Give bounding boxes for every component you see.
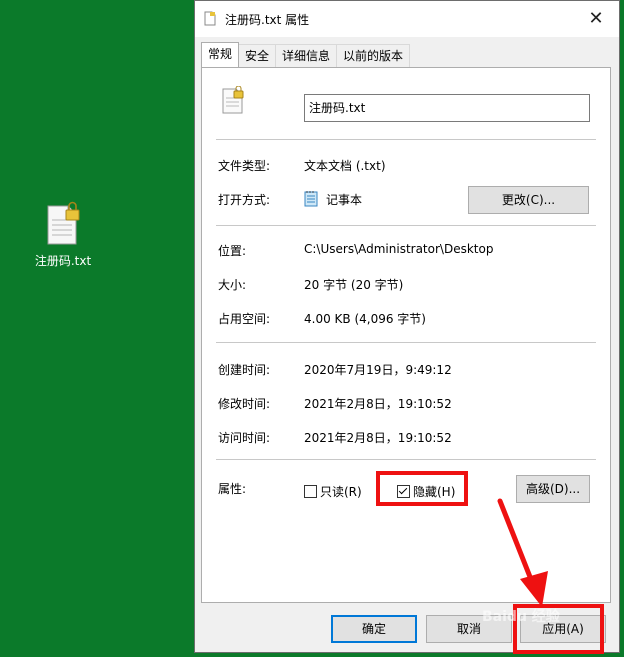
location-value: C:\Users\Administrator\Desktop [304, 242, 494, 256]
open-with-app: 记事本 [326, 193, 363, 207]
location-label: 位置: [218, 244, 247, 258]
size-label: 大小: [218, 278, 247, 292]
filename-input[interactable]: 注册码.txt [304, 94, 590, 122]
readonly-label: 只读(R) [320, 485, 362, 499]
file-type-value: 文本文档 (.txt) [304, 159, 386, 173]
text-file-icon [204, 11, 216, 26]
separator [216, 459, 596, 460]
modified-label: 修改时间: [218, 397, 271, 411]
file-type-label: 文件类型: [218, 159, 271, 173]
attributes-label: 属性: [218, 482, 247, 496]
tab-details[interactable]: 详细信息 [275, 44, 338, 67]
size-on-disk-value: 4.00 KB (4,096 字节) [304, 312, 426, 326]
size-on-disk-label: 占用空间: [218, 312, 271, 326]
dialog-title: 注册码.txt 属性 [225, 13, 310, 27]
locked-text-file-icon [46, 200, 80, 246]
desktop-file-label: 注册码.txt [34, 254, 92, 268]
modified-value: 2021年2月8日，19:10:52 [304, 397, 452, 411]
tab-security[interactable]: 安全 [238, 44, 277, 67]
baidu-watermark: Baidu 经验 [482, 609, 560, 625]
accessed-label: 访问时间: [218, 431, 271, 445]
close-button[interactable]: ✕ [573, 1, 619, 37]
readonly-checkbox[interactable]: 只读(R) [304, 483, 362, 500]
tab-bar: 常规 安全 详细信息 以前的版本 [201, 42, 411, 68]
tab-general[interactable]: 常规 [201, 42, 240, 67]
separator [216, 139, 596, 140]
separator [216, 342, 596, 343]
desktop-file-icon[interactable]: 注册码.txt [28, 200, 98, 269]
separator [216, 225, 596, 226]
title-bar[interactable]: 注册码.txt 属性 ✕ [195, 1, 619, 37]
accessed-value: 2021年2月8日，19:10:52 [304, 431, 452, 445]
tab-previous-versions[interactable]: 以前的版本 [336, 44, 411, 67]
ok-button[interactable]: 确定 [331, 615, 417, 643]
created-label: 创建时间: [218, 363, 271, 377]
red-arrow-icon [497, 498, 548, 607]
change-button[interactable]: 更改(C)... [468, 186, 589, 214]
file-type-icon [222, 85, 244, 114]
size-value: 20 字节 (20 字节) [304, 278, 404, 292]
open-with-label: 打开方式: [218, 193, 271, 207]
hidden-highlight-box [376, 471, 468, 506]
created-value: 2020年7月19日，9:49:12 [304, 363, 452, 377]
notepad-icon [304, 190, 318, 207]
readonly-checkbox-box[interactable] [304, 485, 317, 498]
